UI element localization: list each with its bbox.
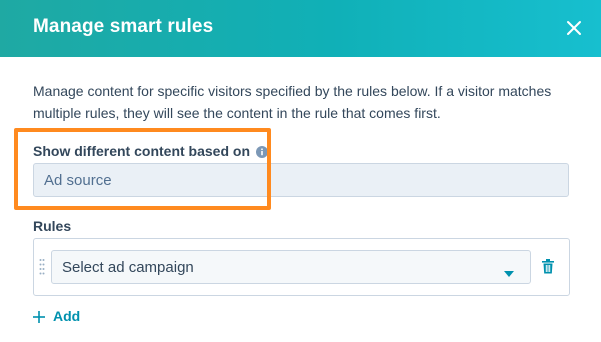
add-rule-label: Add — [53, 308, 81, 324]
content-basis-select: Ad source — [33, 163, 569, 197]
modal-description: Manage content for specific visitors spe… — [33, 83, 552, 121]
modal-header: Manage smart rules — [0, 0, 601, 57]
close-icon[interactable] — [563, 17, 585, 39]
plus-icon — [33, 310, 45, 323]
content-basis-label: Show different content based on — [33, 143, 269, 159]
ad-campaign-select[interactable]: Select ad campaign — [51, 250, 531, 284]
content-basis-label-text: Show different content based on — [33, 143, 251, 159]
trash-icon[interactable] — [542, 259, 554, 274]
rule-row: Select ad campaign — [33, 238, 570, 296]
content-basis-value: Ad source — [44, 171, 112, 189]
ad-campaign-placeholder: Select ad campaign — [62, 258, 194, 276]
drag-handle-icon[interactable] — [39, 258, 45, 276]
chevron-down-icon — [504, 264, 514, 277]
info-icon[interactable] — [256, 145, 269, 158]
rules-label: Rules — [33, 218, 72, 234]
modal-title: Manage smart rules — [33, 16, 214, 37]
add-rule-button[interactable]: Add — [33, 308, 80, 324]
